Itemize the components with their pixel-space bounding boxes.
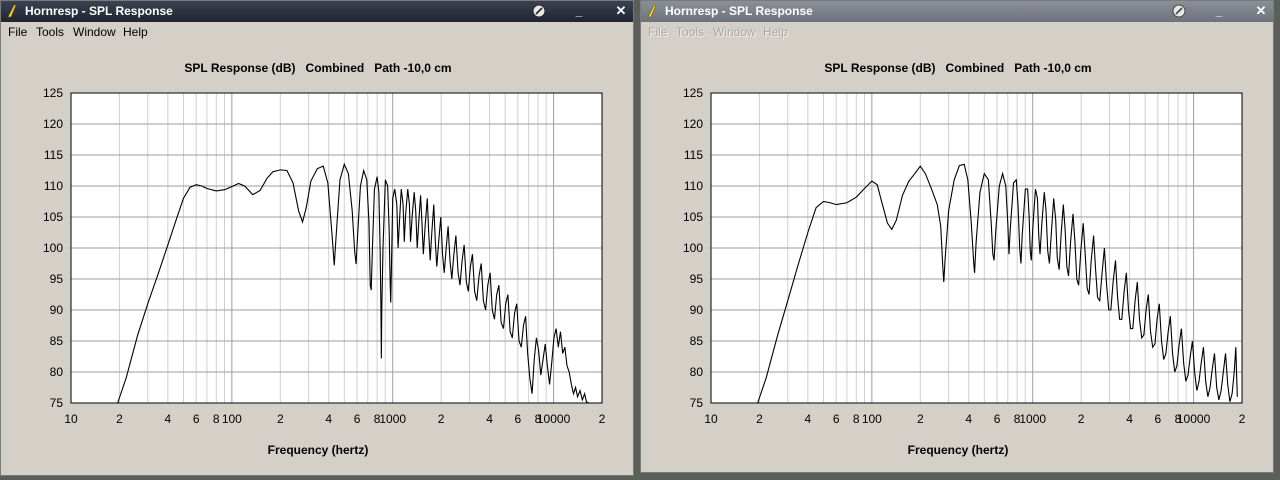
- y-tick-label: 110: [684, 179, 703, 193]
- y-tick-label: 115: [44, 148, 63, 162]
- y-tick-label: 85: [50, 334, 64, 348]
- x-tick-label: 2: [116, 412, 123, 426]
- y-tick-label: 90: [50, 303, 64, 317]
- x-tick-label: 10000: [1177, 412, 1211, 426]
- menu-file[interactable]: File: [8, 25, 27, 39]
- help-context-icon[interactable]: [529, 2, 549, 20]
- x-tick-label: 6: [833, 412, 840, 426]
- title-bar[interactable]: Hornresp - SPL Response _ ✕: [641, 1, 1273, 22]
- x-tick-label: 1000: [379, 412, 406, 426]
- x-tick-label: 8: [213, 412, 220, 426]
- close-button[interactable]: ✕: [611, 2, 631, 20]
- y-tick-label: 120: [683, 117, 703, 131]
- x-tick-label: 2: [1239, 412, 1246, 426]
- y-tick-label: 85: [690, 334, 704, 348]
- y-tick-label: 100: [43, 241, 63, 255]
- y-tick-label: 80: [50, 365, 64, 379]
- minimize-button[interactable]: _: [1209, 2, 1229, 20]
- window-title: Hornresp - SPL Response: [25, 4, 173, 18]
- menu-tools[interactable]: Tools: [36, 25, 64, 39]
- x-tick-label: 6: [994, 412, 1001, 426]
- close-button[interactable]: ✕: [1251, 2, 1271, 20]
- x-tick-label: 2: [756, 412, 763, 426]
- x-tick-label: 10: [704, 412, 718, 426]
- x-tick-label: 4: [805, 412, 812, 426]
- menu-help[interactable]: Help: [763, 25, 788, 39]
- x-tick-label: 6: [354, 412, 361, 426]
- x-tick-label: 2: [599, 412, 606, 426]
- y-tick-label: 120: [43, 117, 63, 131]
- y-tick-label: 80: [690, 365, 704, 379]
- x-tick-label: 1000: [1019, 412, 1046, 426]
- menu-bar: File Tools Window Help: [1, 22, 633, 40]
- y-tick-label: 115: [684, 148, 703, 162]
- x-tick-label: 8: [853, 412, 860, 426]
- x-tick-label: 100: [862, 412, 882, 426]
- hornresp-app-icon: [7, 4, 17, 18]
- spl-chart: 758085909510010511011512012510 2 4 6 8 100 2 4 6…: [43, 86, 606, 426]
- x-tick-label: 2: [917, 412, 924, 426]
- x-tick-label: 2: [1078, 412, 1085, 426]
- y-tick-label: 105: [683, 210, 703, 224]
- window-title: Hornresp - SPL Response: [665, 4, 813, 18]
- x-axis-label: Frequency (hertz): [267, 443, 369, 457]
- chart-title: SPL Response (dB) Combined Path -10,0 cm: [824, 61, 1092, 75]
- y-tick-label: 75: [50, 396, 64, 410]
- chart-title: SPL Response (dB) Combined Path -10,0 cm: [184, 61, 452, 75]
- y-tick-label: 95: [690, 272, 704, 286]
- x-tick-label: 4: [165, 412, 172, 426]
- x-tick-label: 2: [277, 412, 284, 426]
- title-bar[interactable]: Hornresp - SPL Response _ ✕: [1, 1, 633, 22]
- x-tick-label: 2: [438, 412, 445, 426]
- spl-chart: 758085909510010511011512012510 2 4 6 8 100 2 4 6…: [683, 86, 1246, 426]
- minimize-button[interactable]: _: [569, 2, 589, 20]
- x-tick-label: 10: [64, 412, 78, 426]
- hornresp-app-icon: [647, 4, 657, 18]
- help-context-icon[interactable]: [1169, 2, 1189, 20]
- menu-file[interactable]: File: [648, 25, 667, 39]
- menu-window[interactable]: Window: [73, 25, 116, 39]
- y-tick-label: 90: [690, 303, 704, 317]
- menu-help[interactable]: Help: [123, 25, 148, 39]
- x-tick-label: 4: [486, 412, 493, 426]
- y-tick-label: 100: [683, 241, 703, 255]
- y-tick-label: 110: [44, 179, 63, 193]
- x-tick-label: 6: [193, 412, 200, 426]
- menu-window[interactable]: Window: [713, 25, 756, 39]
- y-tick-label: 125: [43, 86, 63, 100]
- x-axis-label: Frequency (hertz): [907, 443, 1009, 457]
- x-tick-label: 6: [1155, 412, 1162, 426]
- x-tick-label: 100: [222, 412, 242, 426]
- x-tick-label: 4: [1126, 412, 1133, 426]
- y-tick-label: 105: [43, 210, 63, 224]
- x-tick-label: 6: [515, 412, 522, 426]
- spl-window-left: Hornresp - SPL Response _ ✕ File Tools W…: [0, 0, 634, 476]
- x-tick-label: 4: [965, 412, 972, 426]
- spl-window-right: Hornresp - SPL Response _ ✕ File Tools W…: [640, 0, 1274, 473]
- menu-tools[interactable]: Tools: [676, 25, 704, 39]
- menu-bar: File Tools Window Help: [641, 22, 1273, 40]
- y-tick-label: 125: [683, 86, 703, 100]
- y-tick-label: 95: [50, 272, 64, 286]
- x-tick-label: 10000: [537, 412, 571, 426]
- y-tick-label: 75: [690, 396, 704, 410]
- x-tick-label: 4: [325, 412, 332, 426]
